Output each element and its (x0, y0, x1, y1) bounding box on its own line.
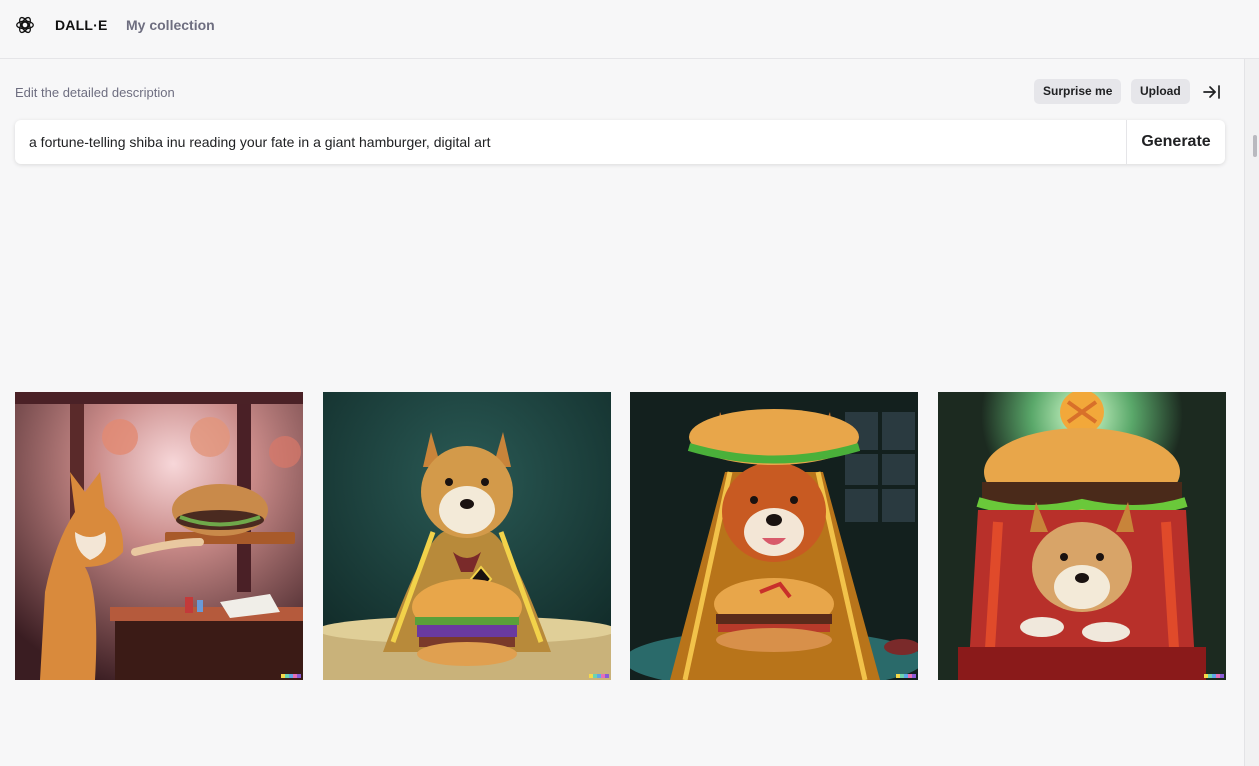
upload-button[interactable]: Upload (1131, 79, 1190, 104)
generated-image-3[interactable] (630, 392, 918, 680)
watermark-strip (1204, 674, 1224, 678)
prompt-input[interactable] (15, 120, 1126, 164)
collapse-panel-icon[interactable] (1201, 81, 1223, 103)
openai-logo-icon[interactable] (14, 14, 36, 36)
dalle-app: DALL·E My collection Edit the detailed d… (0, 0, 1259, 766)
page-scrollbar[interactable] (1244, 59, 1259, 766)
nav-my-collection[interactable]: My collection (126, 17, 215, 33)
watermark-strip (281, 674, 301, 678)
prompt-bar: Generate (15, 120, 1225, 164)
generated-images-grid (15, 392, 1226, 680)
generated-image-2[interactable] (323, 392, 611, 680)
watermark-strip (589, 674, 609, 678)
watermark-strip (896, 674, 916, 678)
generate-button[interactable]: Generate (1126, 120, 1225, 164)
surprise-me-button[interactable]: Surprise me (1034, 79, 1122, 104)
generated-image-4[interactable] (938, 392, 1226, 680)
generated-image-1[interactable] (15, 392, 303, 680)
brand-title[interactable]: DALL·E (55, 17, 108, 33)
top-navigation-bar: DALL·E My collection (0, 0, 1259, 59)
prompt-hint-label: Edit the detailed description (15, 85, 175, 100)
scrollbar-thumb[interactable] (1253, 135, 1257, 157)
